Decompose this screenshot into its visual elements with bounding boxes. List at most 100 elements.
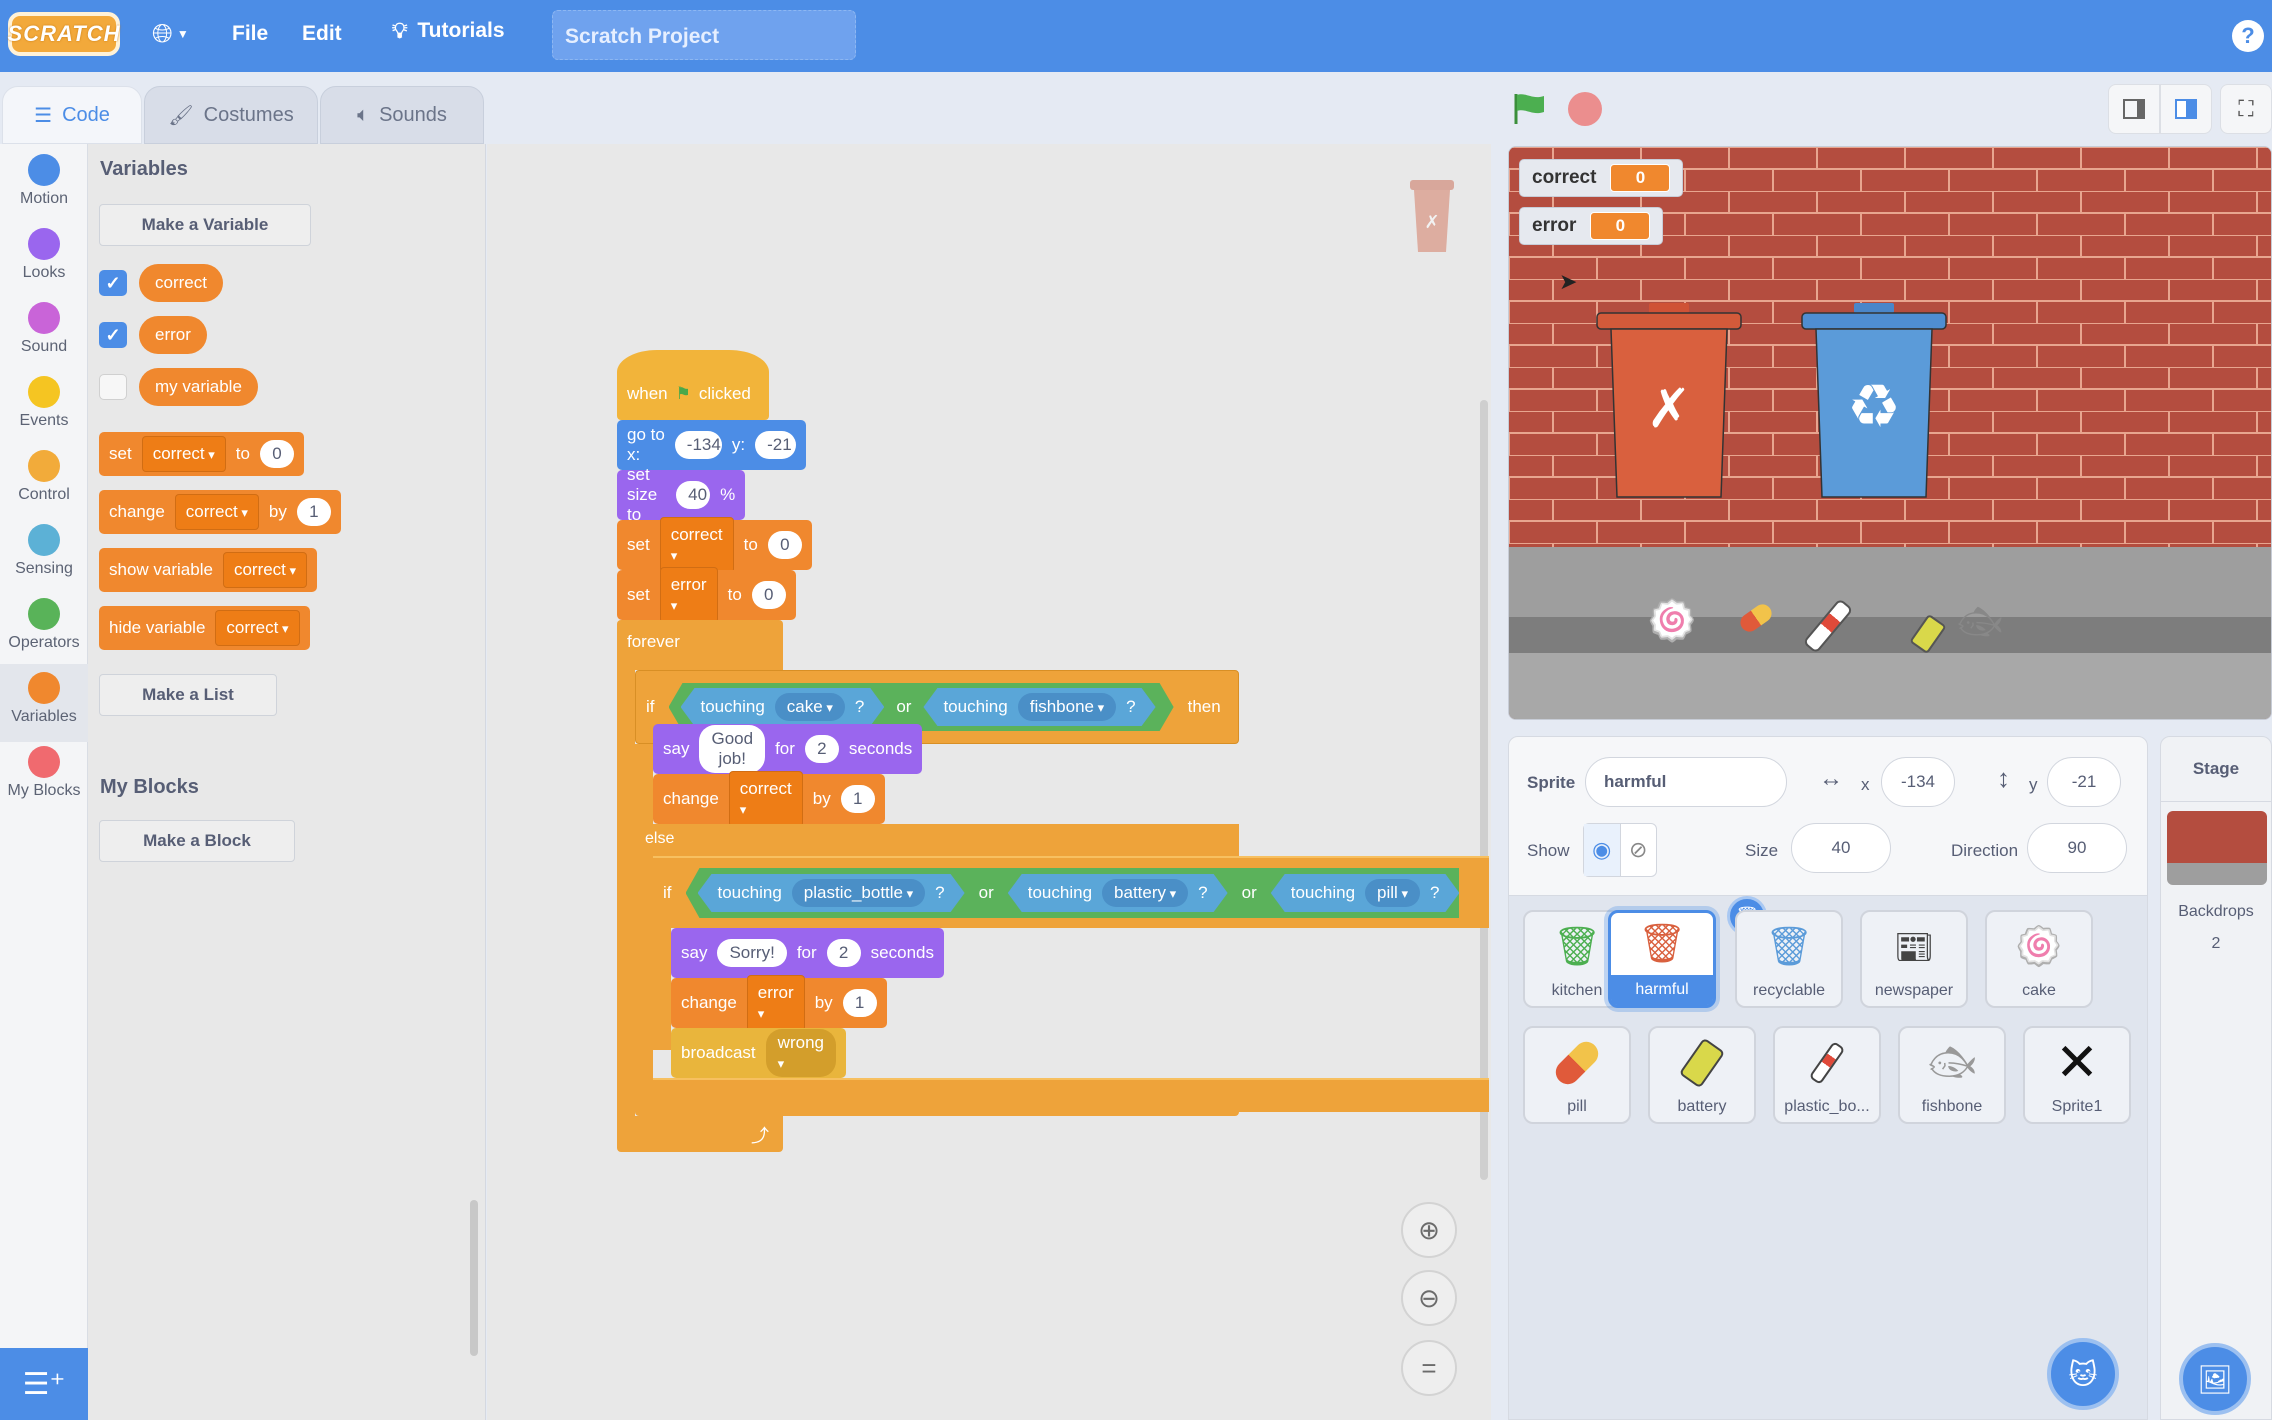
stage-canvas[interactable]: ✗ ♻ 🍥 🐟︎ correct 0 error 0 ➤ xyxy=(1508,146,2272,720)
say-sorry-block[interactable]: say Sorry! for 2 seconds xyxy=(671,928,944,978)
value-input[interactable]: 0 xyxy=(767,531,802,559)
palette-scrollbar[interactable] xyxy=(470,1200,478,1356)
reset-zoom-button[interactable]: = xyxy=(1401,1340,1457,1396)
sprite-tile-sprite1[interactable]: ✕ Sprite1 xyxy=(2023,1026,2131,1124)
make-block-button[interactable]: Make a Block xyxy=(99,820,295,862)
or-operator[interactable]: touching plastic_bottle ? or touching ba… xyxy=(685,868,1460,918)
variable-dropdown[interactable]: correct xyxy=(222,552,308,588)
backdrop-thumbnail[interactable] xyxy=(2167,811,2267,885)
direction-input[interactable]: 90 xyxy=(2027,823,2127,873)
variable-monitor-error[interactable]: error 0 xyxy=(1519,207,1664,245)
change-error-block[interactable]: change error by 1 xyxy=(671,975,887,1031)
touching-pill-condition[interactable]: touching pill ? xyxy=(1271,874,1460,912)
make-list-button[interactable]: Make a List xyxy=(99,674,277,716)
green-flag-button[interactable] xyxy=(1512,92,1548,126)
variable-dropdown[interactable]: correct xyxy=(659,517,734,573)
go-to-xy-block[interactable]: go to x: -134 y: -21 xyxy=(617,420,806,470)
touching-target-dropdown[interactable]: battery xyxy=(1102,879,1188,907)
touching-battery-condition[interactable]: touching battery ? xyxy=(1008,874,1228,912)
variable-dropdown[interactable]: error xyxy=(659,567,718,623)
variable-checkbox-error[interactable]: ✓ xyxy=(99,322,127,348)
category-motion[interactable]: Motion xyxy=(0,154,88,226)
size-input[interactable]: 40 xyxy=(1791,823,1891,873)
value-input[interactable]: 1 xyxy=(296,498,331,526)
value-input[interactable]: 0 xyxy=(259,440,294,468)
variable-reporter-my-variable[interactable]: my variable xyxy=(139,368,258,406)
y-input[interactable]: -21 xyxy=(755,431,796,459)
project-title-input[interactable]: Scratch Project xyxy=(552,10,856,60)
sprite-tile-fishbone[interactable]: 🐟︎ fishbone xyxy=(1898,1026,2006,1124)
touching-plastic-bottle-condition[interactable]: touching plastic_bottle ? xyxy=(698,874,965,912)
variable-reporter-error[interactable]: error xyxy=(139,316,207,354)
value-input[interactable]: 1 xyxy=(840,785,875,813)
category-variables[interactable]: Variables xyxy=(0,664,88,742)
set-size-block[interactable]: set size to 40 % xyxy=(617,465,746,524)
choose-sprite-button[interactable]: 🐱︎ xyxy=(2047,1338,2119,1410)
when-flag-clicked-block[interactable]: when ⚑ clicked xyxy=(617,350,769,420)
hide-sprite-button[interactable]: ⊘ xyxy=(1621,824,1657,876)
recyclable-bin-sprite[interactable]: ♻ xyxy=(1794,297,1954,507)
variable-monitor-correct[interactable]: correct 0 xyxy=(1519,159,1684,197)
palette-show-variable-block[interactable]: show variable correct xyxy=(99,548,318,592)
stop-button[interactable] xyxy=(1568,92,1602,126)
message-input[interactable]: Sorry! xyxy=(717,939,787,967)
forever-block[interactable]: forever xyxy=(617,620,783,670)
stage-selector[interactable]: Stage Backdrops 2 🖼︎ xyxy=(2160,736,2272,1420)
variable-dropdown[interactable]: error xyxy=(746,975,805,1031)
variable-dropdown[interactable]: correct xyxy=(215,610,300,646)
workspace-scrollbar[interactable] xyxy=(1480,400,1488,1180)
scratch-logo[interactable]: SCRATCH xyxy=(8,12,120,56)
category-sound[interactable]: Sound xyxy=(0,302,88,374)
small-stage-button[interactable] xyxy=(2108,84,2160,134)
palette-set-variable-block[interactable]: set correct to 0 xyxy=(99,432,304,476)
value-input[interactable]: 1 xyxy=(842,989,877,1017)
variable-dropdown[interactable]: correct xyxy=(728,771,803,827)
message-input[interactable]: Good job! xyxy=(699,725,766,773)
variable-dropdown[interactable]: correct xyxy=(174,494,259,530)
sprite-tile-recyclable[interactable]: 🗑︎ recyclable xyxy=(1735,910,1843,1008)
choose-backdrop-button[interactable]: 🖼︎ xyxy=(2179,1343,2251,1415)
sprite-tile-battery[interactable]: battery xyxy=(1648,1026,1756,1124)
touching-target-dropdown[interactable]: pill xyxy=(1365,879,1420,907)
sprite-tile-plastic-bottle[interactable]: plastic_bo... xyxy=(1773,1026,1881,1124)
sprite-tile-harmful[interactable]: 🗑︎ harmful xyxy=(1608,910,1716,1008)
category-my-blocks[interactable]: My Blocks xyxy=(0,746,88,818)
touching-target-dropdown[interactable]: fishbone xyxy=(1018,693,1116,721)
seconds-input[interactable]: 2 xyxy=(826,939,861,967)
tutorials-button[interactable]: 💡︎ Tutorials xyxy=(392,18,505,44)
palette-hide-variable-block[interactable]: hide variable correct xyxy=(99,606,310,650)
edit-menu[interactable]: Edit xyxy=(302,22,342,46)
inner-if-block[interactable]: if touching plastic_bottle ? or touching… xyxy=(653,856,1489,928)
message-dropdown[interactable]: wrong xyxy=(765,1029,836,1077)
variable-reporter-correct[interactable]: correct xyxy=(139,264,223,302)
touching-cake-condition[interactable]: touching cake ? xyxy=(681,688,885,726)
fullscreen-button[interactable]: ⛶ xyxy=(2220,84,2272,134)
category-sensing[interactable]: Sensing xyxy=(0,524,88,596)
zoom-in-button[interactable]: ⊕ xyxy=(1401,1202,1457,1258)
category-operators[interactable]: Operators xyxy=(0,598,88,670)
make-variable-button[interactable]: Make a Variable xyxy=(99,204,311,246)
sprite-tile-newspaper[interactable]: 📰︎ newspaper xyxy=(1860,910,1968,1008)
tab-code[interactable]: ☰ Code xyxy=(2,86,142,144)
category-events[interactable]: Events xyxy=(0,376,88,448)
sprite-tile-pill[interactable]: pill xyxy=(1523,1026,1631,1124)
value-input[interactable]: 0 xyxy=(751,581,786,609)
normal-stage-button[interactable] xyxy=(2160,84,2212,134)
add-extension-button[interactable]: ☰⁺ xyxy=(0,1348,88,1420)
fishbone-sprite[interactable]: 🐟︎ xyxy=(1957,601,2003,643)
tab-costumes[interactable]: 🖌︎ Costumes xyxy=(144,86,318,144)
change-correct-block[interactable]: change correct by 1 xyxy=(653,771,885,827)
zoom-out-button[interactable]: ⊖ xyxy=(1401,1270,1457,1326)
set-correct-block[interactable]: set correct to 0 xyxy=(617,517,812,573)
category-control[interactable]: Control xyxy=(0,450,88,522)
y-position-input[interactable]: -21 xyxy=(2047,757,2121,807)
say-for-secs-block[interactable]: say Good job! for 2 seconds xyxy=(653,724,923,774)
size-input[interactable]: 40 xyxy=(676,481,711,509)
sprite-tile-cake[interactable]: 🍥 cake xyxy=(1985,910,2093,1008)
language-menu[interactable]: 🌐︎ ▼ xyxy=(152,18,189,50)
harmful-bin-sprite[interactable]: ✗ xyxy=(1589,297,1749,507)
seconds-input[interactable]: 2 xyxy=(804,735,839,763)
category-looks[interactable]: Looks xyxy=(0,228,88,300)
x-input[interactable]: -134 xyxy=(674,431,722,459)
palette-change-variable-block[interactable]: change correct by 1 xyxy=(99,490,341,534)
